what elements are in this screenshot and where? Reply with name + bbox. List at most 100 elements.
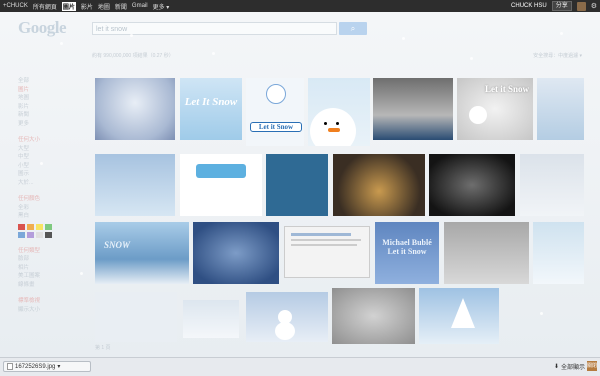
snowflake [402,37,405,40]
snowflake [212,52,215,55]
type-any[interactable]: 任何類型 [18,247,78,256]
top-bar: +CHUCK 所有網頁 圖片 影片 地圖 新聞 Gmail 更多 ▾ CHUCK… [0,0,600,12]
result-thumb[interactable] [332,288,415,344]
download-filename: 1672526S9.jpg [15,363,56,370]
result-thumb[interactable] [333,154,425,216]
nav-plus-chuck[interactable]: +CHUCK [3,3,28,9]
user-name[interactable]: CHUCK HSU [511,3,547,9]
thumb-text: SNOW [103,240,130,250]
nav-videos[interactable]: 影片 [81,2,93,11]
result-thumb[interactable] [95,154,175,216]
color-swatch[interactable] [27,231,34,238]
result-thumb[interactable]: Michael Bublé Let it Snow [375,222,439,284]
chevron-down-icon: ▾ [166,4,170,11]
safe-search[interactable]: 安全搜尋：中度過濾 ▾ [533,52,582,59]
result-thumb[interactable] [180,154,262,216]
snowflake [40,162,43,165]
result-thumb[interactable]: Let it Snow [246,78,304,146]
color-swatch[interactable] [36,231,43,238]
type-photo[interactable]: 相片 [18,264,78,273]
snowflake [60,42,63,45]
color-swatch[interactable] [45,223,52,230]
result-thumb[interactable] [373,78,453,140]
result-thumb[interactable] [246,292,328,342]
color-swatches [18,223,78,238]
view-standard[interactable]: 標準檢視 [18,297,78,306]
result-thumb[interactable] [444,222,529,284]
sidebar-item-all[interactable]: 全部 [18,77,78,86]
size-large[interactable]: 大型 [18,145,78,154]
color-bw[interactable]: 黑白 [18,212,78,221]
chevron-down-icon[interactable]: ▾ [57,363,60,370]
snowflake [130,34,133,37]
search-input[interactable]: let it snow [92,22,337,35]
size-any[interactable]: 任何大小 [18,136,78,145]
nav-news[interactable]: 新聞 [115,2,127,11]
result-thumb[interactable] [533,222,584,284]
result-thumb[interactable] [266,154,328,216]
nav-images[interactable]: 圖片 [61,1,76,11]
result-thumb[interactable] [284,226,370,278]
top-right: CHUCK HSU 分享 ⚙ [511,0,597,12]
download-icon: ⬇ [553,364,559,370]
download-bar: 1672526S9.jpg ▾ ⬇ 全部顯示 關閉 [0,357,600,376]
size-larger-than[interactable]: 大於... [18,179,78,188]
file-icon [7,363,13,370]
color-swatch[interactable] [27,223,34,230]
sidebar-item-news[interactable]: 新聞 [18,111,78,120]
color-swatch[interactable] [18,231,25,238]
color-swatch[interactable] [45,231,52,238]
avatar[interactable] [576,1,586,11]
result-thumb[interactable] [183,300,239,338]
result-thumb[interactable] [419,288,499,344]
thumb-text: Let It Snow [184,96,238,108]
size-small[interactable]: 小型 [18,162,78,171]
color-full[interactable]: 全彩 [18,204,78,213]
result-thumb[interactable]: Let it Snow [457,78,533,140]
result-thumb[interactable] [429,154,515,216]
result-thumb[interactable] [537,78,584,140]
page-number: 第 1 頁 [95,345,111,351]
result-thumb[interactable]: SNOW [95,222,189,284]
result-thumb[interactable] [95,292,177,342]
type-clipart[interactable]: 美工圖案 [18,272,78,281]
sidebar-item-videos[interactable]: 影片 [18,103,78,112]
size-medium[interactable]: 中型 [18,153,78,162]
snowflake [560,32,563,35]
result-thumb[interactable] [193,222,279,284]
size-icon[interactable]: 圖示 [18,170,78,179]
download-item[interactable]: 1672526S9.jpg ▾ [3,361,91,372]
show-all-label: 全部顯示 [560,365,585,371]
sidebar: 全部 圖片 地圖 影片 新聞 更多 任何大小 大型 中型 小型 圖示 大於...… [18,77,78,314]
google-logo[interactable]: Google [18,18,67,38]
result-thumb[interactable] [95,78,175,140]
thumb-text: Let it Snow [485,84,530,94]
color-swatch[interactable] [36,223,43,230]
search-icon: ⌕ [350,23,356,33]
nav-maps[interactable]: 地圖 [98,2,110,11]
view-show-size[interactable]: 顯示大小 [18,306,78,315]
nav-more[interactable]: 更多 ▾ [153,2,170,11]
sidebar-item-more[interactable]: 更多 [18,120,78,129]
search-button[interactable]: ⌕ [339,22,367,35]
type-lineart[interactable]: 線條畫 [18,281,78,290]
nav-gmail[interactable]: Gmail [132,3,148,9]
share-button[interactable]: 分享 [551,1,572,11]
sidebar-item-maps[interactable]: 地圖 [18,94,78,103]
close-download-bar-button[interactable]: 關閉 [587,361,597,371]
thumb-text: Let it Snow [250,122,302,132]
snowflake [540,312,543,315]
result-stats: 約有 990,000,000 項結果（0.27 秒） [92,53,174,59]
result-thumb[interactable]: Let It Snow [180,78,242,140]
show-all-downloads[interactable]: ⬇ 全部顯示 [554,362,585,371]
sidebar-item-images[interactable]: 圖片 [18,86,78,95]
type-face[interactable]: 臉部 [18,255,78,264]
main-area: Google let it snow ⌕ 約有 990,000,000 項結果（… [0,12,600,357]
result-thumb[interactable] [520,154,584,216]
nav-all[interactable]: 所有網頁 [33,2,57,11]
color-any[interactable]: 任何顏色 [18,195,78,204]
result-thumb[interactable] [308,78,370,146]
color-swatch[interactable] [18,223,25,230]
snowflake [470,57,473,60]
gear-icon[interactable]: ⚙ [591,2,597,10]
